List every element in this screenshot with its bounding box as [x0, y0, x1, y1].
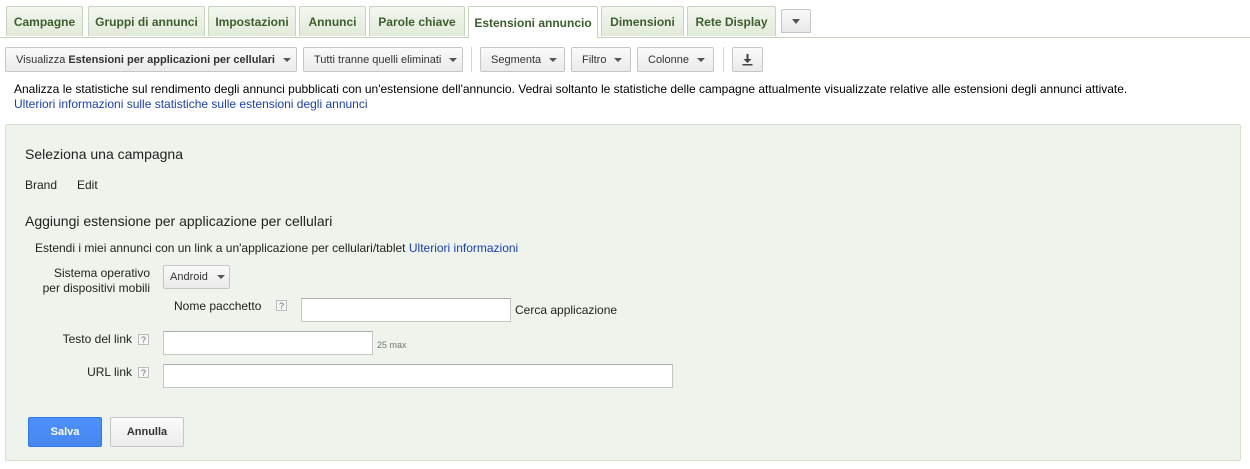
tab-label: Rete Display	[695, 14, 768, 29]
save-button[interactable]: Salva	[28, 417, 102, 447]
chevron-down-icon	[614, 57, 623, 62]
tab-label: Annunci	[308, 14, 357, 29]
add-extension-title: Aggiungi estensione per applicazione per…	[25, 213, 333, 229]
tab-estensioni-annuncio[interactable]: Estensioni annuncio	[468, 6, 598, 38]
link-text-input[interactable]	[163, 331, 373, 355]
edit-campaign-link[interactable]: Edit	[77, 178, 98, 192]
os-label: Sistema operativo per dispositivi mobili	[28, 266, 150, 296]
tab-label: Impostazioni	[215, 14, 289, 29]
help-icon[interactable]: ?	[138, 367, 149, 378]
toolbar-divider	[723, 47, 724, 72]
status-filter-label: Tutti tranne quelli eliminati	[314, 53, 442, 66]
toolbar-divider	[471, 47, 472, 72]
tab-parole-chiave[interactable]: Parole chiave	[369, 6, 465, 36]
tab-label: Dimensioni	[610, 14, 675, 29]
description-text: Estendi i miei annunci con un link a un'…	[35, 241, 406, 255]
view-value: Estensioni per applicazioni per cellular…	[68, 53, 275, 66]
tab-annunci[interactable]: Annunci	[299, 6, 366, 36]
help-icon[interactable]: ?	[138, 334, 149, 345]
search-app-link[interactable]: Cerca applicazione	[515, 303, 617, 317]
tab-label: Gruppi di annunci	[95, 14, 198, 29]
os-select[interactable]: Android	[163, 265, 230, 289]
link-url-label: URL link	[87, 365, 132, 379]
download-button[interactable]	[732, 47, 763, 72]
link-url-input[interactable]	[163, 364, 673, 388]
tab-campagne[interactable]: Campagne	[6, 6, 83, 36]
tab-label: Estensioni annuncio	[474, 15, 592, 30]
segment-label: Segmenta	[491, 53, 542, 66]
tab-label: Parole chiave	[378, 14, 456, 29]
segment-button[interactable]: Segmenta	[480, 47, 565, 72]
tab-gruppi-di-annunci[interactable]: Gruppi di annunci	[88, 6, 205, 36]
chevron-down-icon	[216, 275, 225, 279]
columns-label: Colonne	[648, 53, 689, 66]
tab-rete-display[interactable]: Rete Display	[687, 6, 776, 36]
os-label-line1: Sistema operativo	[53, 266, 150, 280]
info-section: Analizza le statistiche sul rendimento d…	[14, 82, 1239, 112]
extension-form-panel: Seleziona una campagna Brand Edit Aggiun…	[5, 124, 1241, 461]
download-icon	[742, 53, 753, 65]
description-line: Estendi i miei annunci con un link a un'…	[35, 241, 518, 255]
link-text-max: 25 max	[377, 340, 407, 350]
more-tabs-button[interactable]	[781, 9, 811, 33]
select-campaign-title: Seleziona una campagna	[25, 146, 184, 162]
tab-impostazioni[interactable]: Impostazioni	[208, 6, 296, 36]
os-select-value: Android	[170, 271, 208, 283]
columns-button[interactable]: Colonne	[637, 47, 714, 72]
campaign-name: Brand	[25, 178, 58, 192]
filter-button[interactable]: Filtro	[571, 47, 631, 72]
tab-bar: Campagne Gruppi di annunci Impostazioni …	[0, 0, 1250, 38]
cancel-button[interactable]: Annulla	[110, 417, 184, 447]
chevron-down-icon	[449, 57, 458, 62]
chevron-down-icon	[549, 57, 558, 62]
view-selector-button[interactable]: Visualizza Estensioni per applicazioni pe…	[5, 47, 297, 72]
more-info-link[interactable]: Ulteriori informazioni	[409, 241, 518, 255]
chevron-down-icon	[282, 57, 291, 62]
tab-label: Campagne	[13, 14, 76, 29]
status-filter-button[interactable]: Tutti tranne quelli eliminati	[303, 47, 463, 72]
tab-dimensioni[interactable]: Dimensioni	[601, 6, 684, 36]
package-name-input[interactable]	[301, 298, 511, 322]
stats-more-info-link[interactable]: Ulteriori informazioni sulle statistiche…	[14, 97, 368, 111]
os-label-line2: per dispositivi mobili	[42, 281, 150, 295]
chevron-down-icon	[696, 57, 705, 62]
package-name-label: Nome pacchetto	[174, 299, 262, 313]
filter-label: Filtro	[582, 53, 607, 66]
help-icon[interactable]: ?	[276, 300, 287, 311]
view-prefix: Visualizza	[16, 53, 66, 66]
info-text: Analizza le statistiche sul rendimento d…	[14, 82, 1128, 96]
chevron-down-icon	[792, 18, 800, 24]
link-text-label: Testo del link	[62, 332, 132, 346]
